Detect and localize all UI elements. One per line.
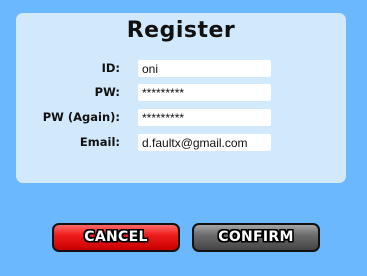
password-again-label: PW (Again): xyxy=(42,110,120,124)
email-label: Email: xyxy=(79,135,120,149)
password-label: PW: xyxy=(94,85,120,99)
confirm-button[interactable]: CONFIRM xyxy=(192,223,320,252)
id-label: ID: xyxy=(101,61,120,75)
password-row: PW: xyxy=(16,84,346,101)
password-field[interactable] xyxy=(138,84,271,101)
id-field[interactable] xyxy=(138,60,271,77)
password-again-row: PW (Again): xyxy=(16,109,346,126)
password-again-field[interactable] xyxy=(138,109,271,126)
email-field[interactable] xyxy=(138,134,271,151)
email-row: Email: xyxy=(16,134,346,151)
dialog-title: Register xyxy=(126,18,236,43)
id-row: ID: xyxy=(16,60,346,77)
register-panel: Register ID: PW: PW (Again): Email: xyxy=(16,13,346,183)
cancel-button[interactable]: CANCEL xyxy=(52,223,180,252)
